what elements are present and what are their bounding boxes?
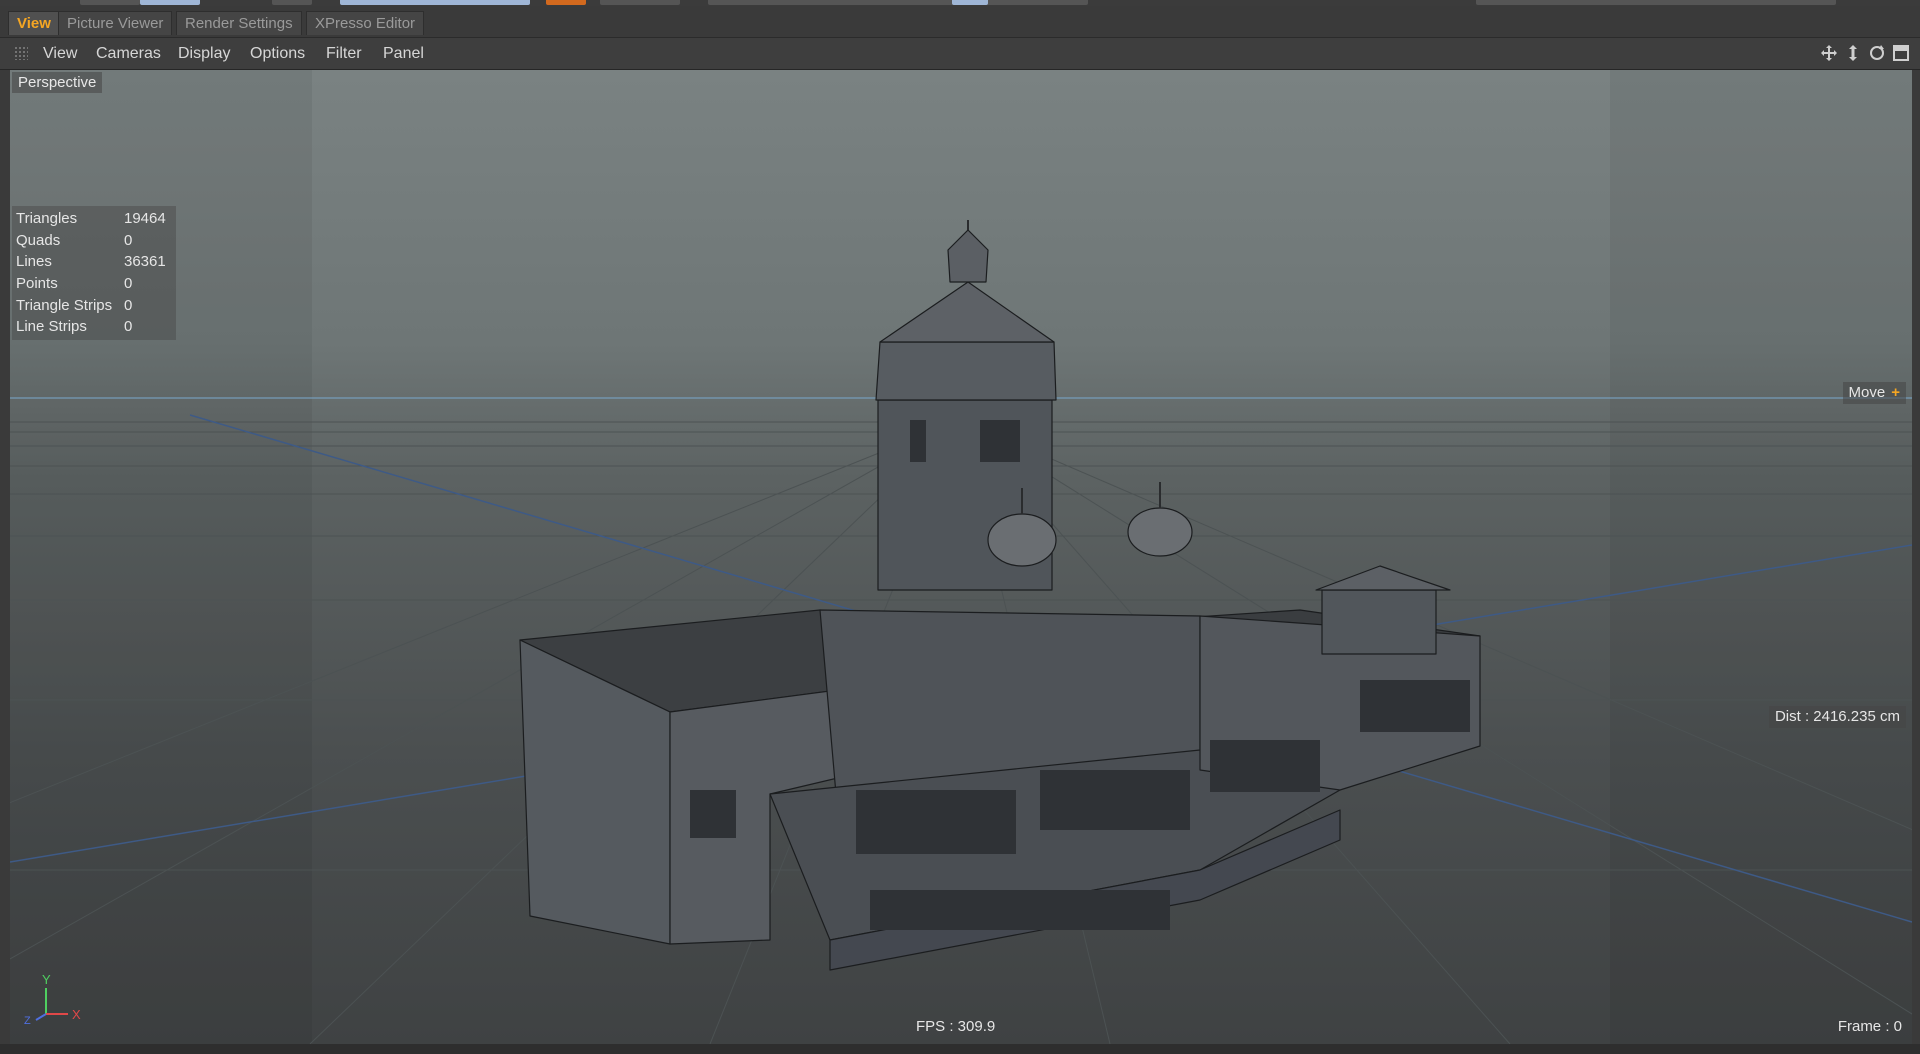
building-model[interactable] xyxy=(519,220,1481,971)
toolbar-button[interactable] xyxy=(80,0,140,5)
toolbar-button[interactable] xyxy=(272,0,312,5)
toggle-layout-icon[interactable] xyxy=(1892,44,1910,62)
axis-x-label: X xyxy=(72,1007,81,1022)
move-plus-icon: + xyxy=(1891,384,1900,401)
tab-xpresso-editor[interactable]: XPresso Editor xyxy=(306,11,425,35)
panel-grip-icon[interactable] xyxy=(14,46,28,60)
bottom-panel-edge xyxy=(0,1044,1920,1054)
stat-row: Lines 36361 xyxy=(12,251,176,273)
tab-view[interactable]: View xyxy=(8,11,60,35)
fps-readout: FPS : 309.9 xyxy=(916,1018,996,1035)
stat-value: 19464 xyxy=(124,210,166,227)
camera-label[interactable]: Perspective xyxy=(12,72,103,93)
stat-label: Triangles xyxy=(16,210,78,227)
menu-cameras[interactable]: Cameras xyxy=(96,38,161,69)
axis-z-icon xyxy=(35,1013,47,1021)
polygon-stats-hud: Triangles 19464 Quads 0 Lines 36361 Points 0… xyxy=(12,206,176,341)
panel-tab-bar: View Picture Viewer Render Settings XPre… xyxy=(0,6,1920,38)
menu-filter[interactable]: Filter xyxy=(326,38,362,69)
toolbar-button-group[interactable] xyxy=(340,0,530,5)
stat-label: Lines xyxy=(16,253,52,271)
viewport-scene xyxy=(10,220,1912,1044)
active-tool-hud: Move + xyxy=(1842,382,1906,404)
stat-label: Line Strips xyxy=(16,318,87,336)
menu-panel[interactable]: Panel xyxy=(383,38,424,69)
menu-view[interactable]: View xyxy=(43,38,77,69)
axis-y-label: Y xyxy=(42,972,51,987)
stat-value: 36361 xyxy=(124,253,166,271)
move-view-icon[interactable] xyxy=(1820,44,1838,62)
tab-render-settings[interactable]: Render Settings xyxy=(176,11,302,35)
viewport-nav-icons xyxy=(1820,44,1910,64)
right-panel-edge xyxy=(1912,70,1920,1044)
camera-distance-readout: Dist : 2416.235 cm xyxy=(1768,706,1906,728)
axis-gizmo: Y X Z xyxy=(24,972,81,1027)
stat-row: Quads 0 xyxy=(12,230,176,252)
toolbar-button-group[interactable] xyxy=(1476,0,1836,5)
tab-picture-viewer[interactable]: Picture Viewer xyxy=(58,11,173,35)
stat-value: 0 xyxy=(124,275,133,293)
active-tool-label: Move xyxy=(1848,384,1886,401)
viewport-menu-bar: View Cameras Display Options Filter Pane… xyxy=(0,38,1920,70)
frame-readout: Frame : 0 xyxy=(1837,1018,1902,1035)
stat-row: Triangle Strips 0 xyxy=(12,295,176,317)
stat-label: Points xyxy=(16,275,58,293)
menu-display[interactable]: Display xyxy=(178,38,230,69)
stat-value: 0 xyxy=(124,296,133,314)
axis-z-label: Z xyxy=(24,1015,31,1027)
stat-label: Triangle Strips xyxy=(16,296,113,314)
stat-value: 0 xyxy=(124,318,133,336)
toolbar-button[interactable] xyxy=(952,0,988,5)
left-panel-edge xyxy=(0,70,10,1044)
perspective-viewport[interactable]: Perspective Triangles 19464 Quads 0 Lines 3… xyxy=(10,70,1912,1044)
toolbar-button[interactable] xyxy=(140,0,200,5)
zoom-view-icon[interactable] xyxy=(1844,44,1862,62)
stat-value: 0 xyxy=(124,231,133,249)
stat-row: Triangles 19464 xyxy=(12,208,176,230)
stat-row: Points 0 xyxy=(12,273,176,295)
toolbar-button[interactable] xyxy=(600,0,680,5)
stat-label: Quads xyxy=(16,231,61,249)
rotate-view-icon[interactable] xyxy=(1868,44,1886,62)
toolbar-button-group[interactable] xyxy=(708,0,1088,5)
stat-row: Line Strips 0 xyxy=(12,316,176,338)
menu-options[interactable]: Options xyxy=(250,38,305,69)
toolbar-button[interactable] xyxy=(546,0,586,5)
